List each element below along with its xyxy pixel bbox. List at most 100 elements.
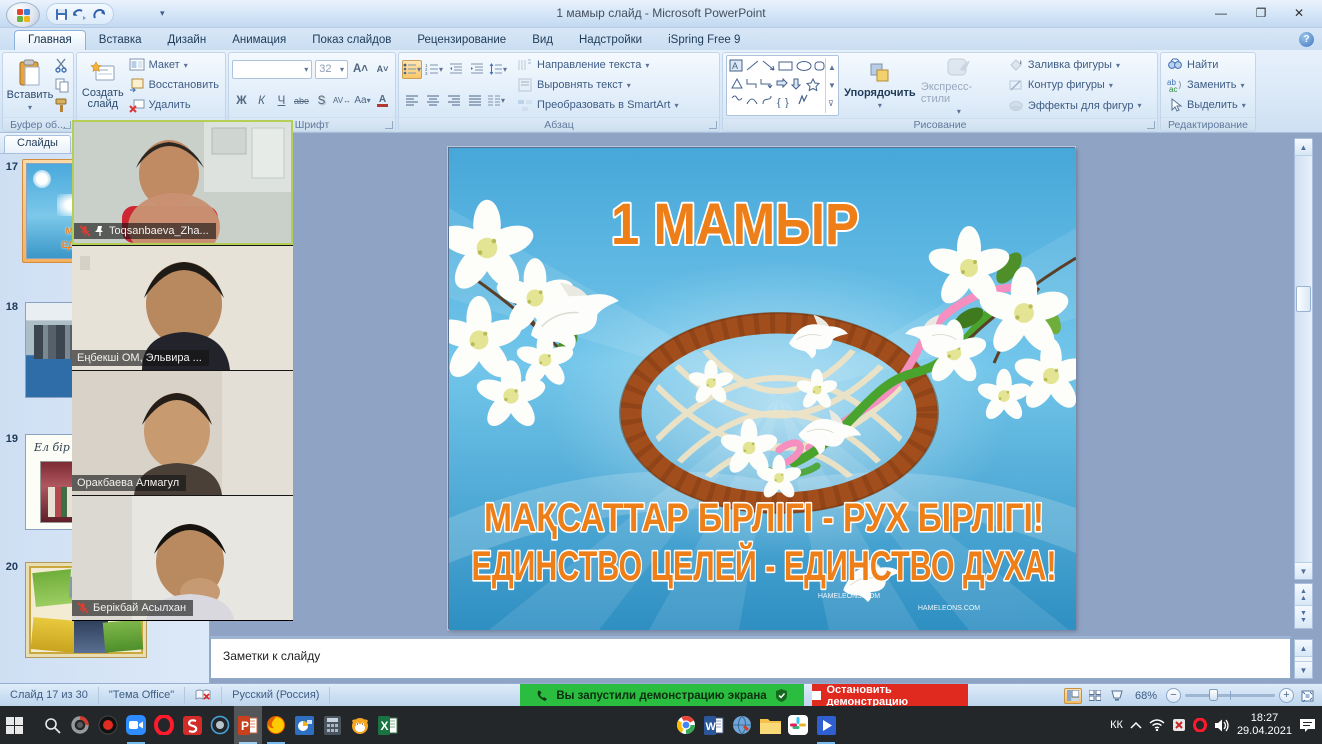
taskbar-calculator-icon[interactable] xyxy=(318,706,346,744)
tab-animaciya[interactable]: Анимация xyxy=(219,31,299,50)
taskbar-file-explorer-icon[interactable] xyxy=(756,706,784,744)
select-button[interactable]: Выделить▾ xyxy=(1164,96,1252,114)
stop-share-button[interactable]: Остановить демонстрацию xyxy=(812,684,968,707)
slide-editor[interactable]: 1 МАМЫР МАҚСАТТАР БІРЛІГІ - РУХ БІРЛІГІ!… xyxy=(448,147,1075,629)
italic-button[interactable]: К xyxy=(252,91,271,110)
shapes-gallery[interactable]: A {} ▲▼⊽ xyxy=(726,55,839,116)
start-button[interactable] xyxy=(0,706,28,744)
text-direction-button[interactable]: Направление текста▾ xyxy=(514,56,716,74)
theme-name[interactable]: "Тема Office" xyxy=(99,687,185,704)
bullets-button[interactable]: ▾ xyxy=(402,60,422,79)
taskbar-record-studio-icon[interactable] xyxy=(206,706,234,744)
scrollbar-thumb[interactable] xyxy=(1296,286,1311,312)
tab-nadstroiki[interactable]: Надстройки xyxy=(566,31,655,50)
zoom-in-button[interactable]: + xyxy=(1279,688,1294,703)
shape-outline-button[interactable]: Контур фигуры▾ xyxy=(1005,76,1154,94)
taskbar-chrome-icon[interactable] xyxy=(672,706,700,744)
notes-pane[interactable]: Заметки к слайду xyxy=(210,636,1291,679)
fit-to-window-button[interactable] xyxy=(1298,688,1316,704)
scroll-up-icon[interactable]: ▲ xyxy=(1295,139,1312,156)
tab-vid[interactable]: Вид xyxy=(519,31,566,50)
spellcheck-status[interactable] xyxy=(185,687,222,704)
replace-button[interactable]: abac Заменить▾ xyxy=(1164,76,1252,94)
shape-fill-button[interactable]: Заливка фигуры▾ xyxy=(1005,56,1154,74)
change-case-button[interactable]: Aa▾ xyxy=(353,91,372,110)
previous-slide-icon[interactable]: ▲▲ xyxy=(1295,584,1312,606)
delete-slide-button[interactable]: Удалить xyxy=(126,96,222,114)
clipboard-dialog-launcher[interactable] xyxy=(63,121,71,129)
slide-sorter-view-button[interactable] xyxy=(1086,688,1104,704)
wifi-icon[interactable] xyxy=(1149,719,1165,731)
scroll-down-icon[interactable]: ▼ xyxy=(1295,562,1312,579)
cut-icon[interactable] xyxy=(54,57,70,73)
tray-opera-icon[interactable] xyxy=(1193,718,1207,732)
restore-button[interactable]: ❐ xyxy=(1244,4,1278,22)
notes-scrollbar[interactable]: ▲ ▼ xyxy=(1294,639,1313,679)
taskbar-firefox-icon[interactable] xyxy=(262,706,290,744)
minimize-button[interactable]: — xyxy=(1204,4,1238,22)
font-dialog-launcher[interactable] xyxy=(385,121,393,129)
strikethrough-button[interactable]: abe xyxy=(292,91,311,110)
language-status[interactable]: Русский (Россия) xyxy=(222,687,330,704)
underline-button[interactable]: Ч xyxy=(272,91,291,110)
quick-styles-button[interactable]: Экспресс-стили▾ xyxy=(921,55,997,116)
next-slide-icon[interactable]: ▼▼ xyxy=(1295,606,1312,628)
slide-text-line2[interactable]: ЕДИНСТВО ЦЕЛЕЙ - ЕДИНСТВО ДУХА! xyxy=(472,541,1057,589)
zoom-slider[interactable] xyxy=(1185,694,1275,697)
paste-button[interactable]: Вставить ▾ xyxy=(6,55,54,115)
align-left-button[interactable] xyxy=(402,91,421,110)
notes-scroll-up-icon[interactable]: ▲ xyxy=(1295,640,1312,657)
font-size-combo[interactable]: 32▾ xyxy=(315,60,348,79)
zoom-out-button[interactable]: − xyxy=(1166,688,1181,703)
font-color-button[interactable]: А xyxy=(373,91,392,110)
taskbar-scratch-icon[interactable] xyxy=(346,706,374,744)
drawing-dialog-launcher[interactable] xyxy=(1147,121,1155,129)
slide-text-line1[interactable]: МАҚСАТТАР БІРЛІГІ - РУХ БІРЛІГІ! xyxy=(484,496,1044,540)
tab-pokaz-slaidov[interactable]: Показ слайдов xyxy=(299,31,404,50)
video-participant-2[interactable]: Еңбекші ОМ, Эльвира ... xyxy=(72,245,293,370)
taskbar-recorder-icon[interactable] xyxy=(94,706,122,744)
increase-indent-button[interactable] xyxy=(467,60,486,79)
arrange-button[interactable]: Упорядочить▾ xyxy=(847,55,913,116)
line-spacing-button[interactable]: ▾ xyxy=(488,60,508,79)
taskbar-download-manager-icon[interactable] xyxy=(728,706,756,744)
clock[interactable]: 18:27 29.04.2021 xyxy=(1237,712,1292,738)
align-center-button[interactable] xyxy=(423,91,442,110)
taskbar-opera-icon[interactable] xyxy=(150,706,178,744)
volume-icon[interactable] xyxy=(1214,719,1230,732)
taskbar-slack-icon[interactable] xyxy=(784,706,812,744)
shape-effects-button[interactable]: Эффекты для фигур▾ xyxy=(1005,97,1154,115)
taskbar-zoom-icon[interactable] xyxy=(122,706,150,744)
copy-icon[interactable] xyxy=(54,77,70,93)
slide-title[interactable]: 1 МАМЫР xyxy=(611,192,859,257)
font-name-combo[interactable]: ▾ xyxy=(232,60,312,79)
align-right-button[interactable] xyxy=(444,91,463,110)
slideshow-view-button[interactable] xyxy=(1108,688,1126,704)
notes-scroll-down-icon[interactable]: ▼ xyxy=(1295,661,1312,678)
tab-ispring[interactable]: iSpring Free 9 xyxy=(655,31,753,50)
tab-recenzirovanie[interactable]: Рецензирование xyxy=(404,31,519,50)
character-spacing-button[interactable]: AV↔ xyxy=(332,91,352,110)
taskbar-ispring-icon[interactable] xyxy=(290,706,318,744)
video-participant-3[interactable]: Оракбаева Алмагул xyxy=(72,370,293,495)
zoom-slider-thumb[interactable] xyxy=(1209,689,1218,701)
shrink-font-button[interactable]: A˅ xyxy=(373,60,392,79)
format-painter-icon[interactable] xyxy=(54,97,70,113)
slides-tab[interactable]: Слайды xyxy=(4,135,71,153)
tray-app-x-icon[interactable] xyxy=(1172,718,1186,732)
vertical-scrollbar[interactable]: ▲ ▼ xyxy=(1294,138,1313,580)
grow-font-button[interactable]: A˄ xyxy=(351,60,370,79)
normal-view-button[interactable] xyxy=(1064,688,1082,704)
taskbar-word-icon[interactable]: W xyxy=(700,706,728,744)
layout-button[interactable]: Макет▾ xyxy=(126,56,222,74)
keyboard-language[interactable]: КК xyxy=(1110,719,1123,731)
decrease-indent-button[interactable] xyxy=(446,60,465,79)
numbering-button[interactable]: 123▾ xyxy=(424,60,444,79)
convert-smartart-button[interactable]: Преобразовать в SmartArt▾ xyxy=(514,96,716,114)
paragraph-dialog-launcher[interactable] xyxy=(709,121,717,129)
help-icon[interactable]: ? xyxy=(1299,32,1314,47)
columns-button[interactable]: ▾ xyxy=(486,91,506,110)
find-button[interactable]: Найти xyxy=(1164,56,1252,74)
slide-nav-buttons[interactable]: ▲▲ ▼▼ xyxy=(1294,583,1313,629)
taskbar-excel-icon[interactable]: X xyxy=(374,706,402,744)
